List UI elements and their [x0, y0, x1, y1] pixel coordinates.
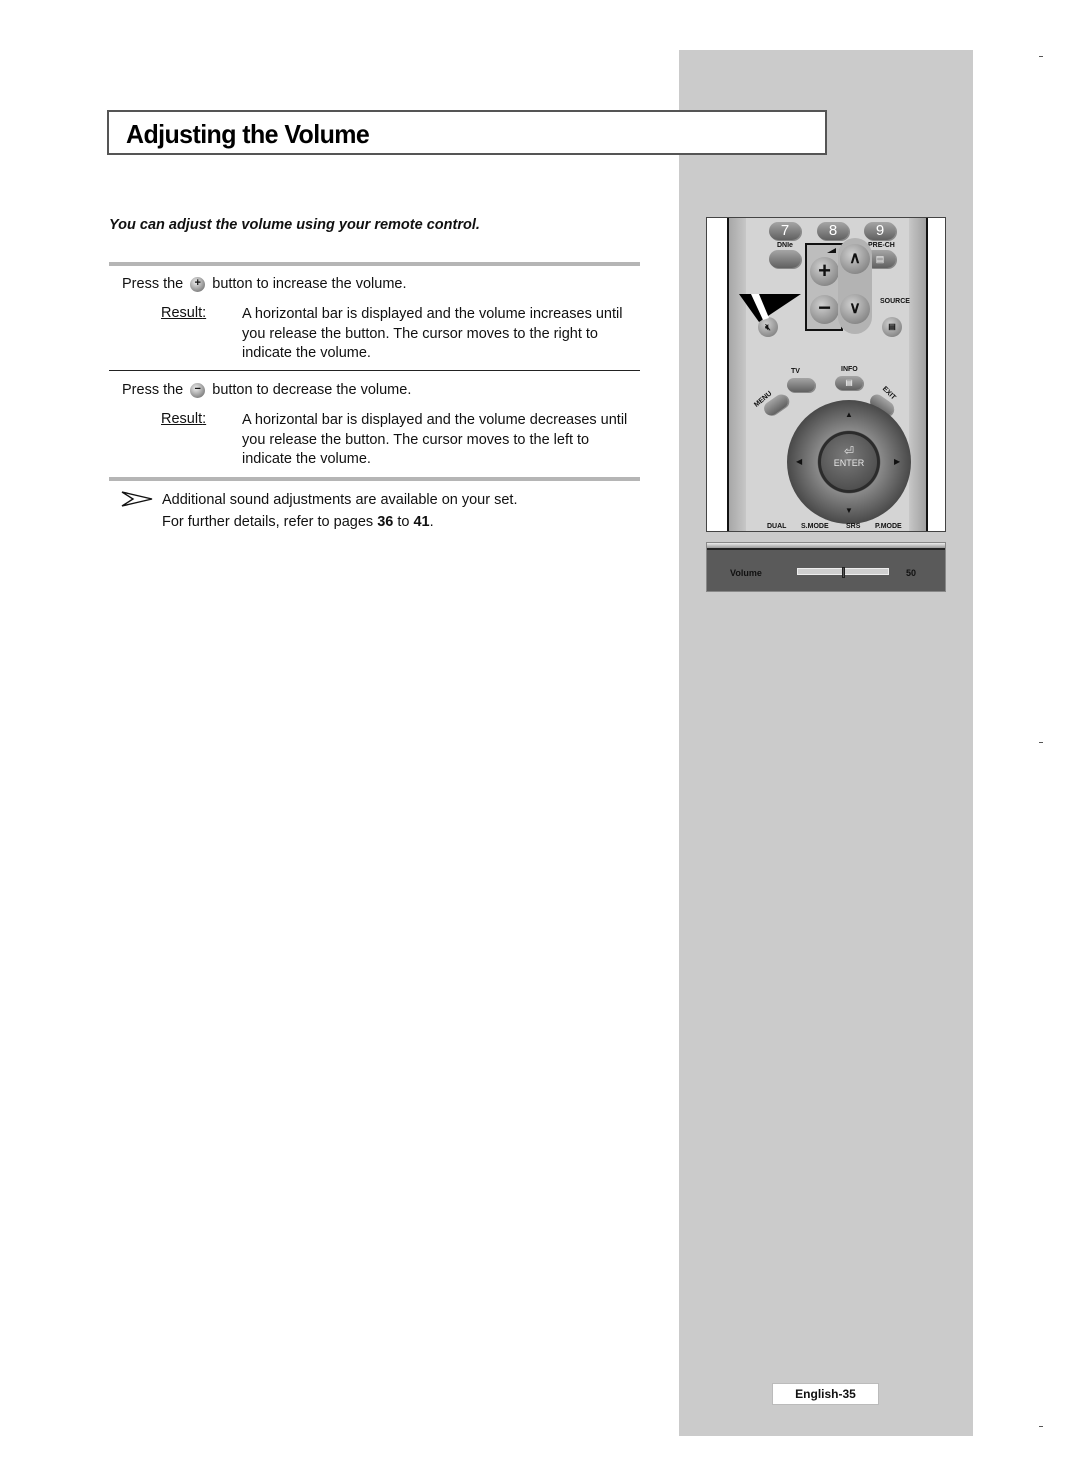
result-label-text: Result — [161, 305, 203, 321]
note-text-part: For further details, refer to pages — [162, 514, 378, 530]
volume-osd: Volume 50 — [706, 542, 946, 592]
note-text-part: . — [429, 514, 434, 530]
press-prefix: Press the — [122, 276, 184, 292]
label-dual: DUAL — [767, 523, 787, 530]
ch-up-key: ∧ — [840, 244, 870, 274]
page-ref-from: 36 — [377, 514, 394, 530]
plus-button-icon: + — [190, 276, 206, 292]
label-prech: PRE-CH — [868, 242, 895, 249]
label-pmode: P.MODE — [875, 523, 902, 530]
enter-icon: ⏎ — [843, 444, 855, 458]
section-divider — [109, 477, 640, 481]
result-label: Result: — [161, 305, 206, 321]
right-arrow-icon: ▶ — [894, 457, 901, 466]
minus-glyph: − — [194, 382, 201, 395]
volume-triangle-icon — [827, 248, 836, 253]
result-label: Result: — [161, 411, 206, 427]
result-label-text: Result — [161, 411, 203, 427]
ch-down-key: ∨ — [840, 294, 870, 324]
remote-control-illustration: 7 8 9 DNIe PRE-CH 0 ▤ + − P ∧ ∨ SOURCE ▤… — [706, 217, 946, 532]
crop-mark — [1039, 742, 1043, 743]
volume-bar — [797, 567, 889, 578]
label-smode: S.MODE — [801, 523, 829, 530]
key-dnie — [769, 250, 801, 268]
info-key: ▤ — [835, 376, 863, 390]
label-dnie: DNIe — [777, 242, 793, 249]
page-ref-to: 41 — [413, 514, 430, 530]
result-colon: : — [202, 411, 207, 427]
enter-key: ⏎ ENTER — [821, 434, 877, 490]
page-subtitle: You can adjust the volume using your rem… — [109, 217, 480, 233]
label-tv: TV — [791, 368, 800, 375]
down-arrow-icon: ▼ — [845, 506, 853, 515]
enter-label: ENTER — [833, 458, 865, 468]
key-9: 9 — [864, 222, 896, 240]
note-line-2: For further details, refer to pages 36 t… — [162, 511, 517, 533]
step-divider — [109, 370, 640, 371]
pointer-arrow-icon — [121, 491, 153, 507]
remote-stripe — [909, 218, 926, 531]
key-7: 7 — [769, 222, 801, 240]
label-info: INFO — [841, 366, 858, 373]
volume-cursor — [841, 567, 845, 578]
crop-mark — [1039, 56, 1043, 57]
source-key: ▤ — [882, 317, 902, 337]
press-prefix: Press the — [122, 382, 184, 398]
navigation-pad: ▲ ▼ ◀ ▶ ⏎ ENTER — [787, 400, 911, 524]
step-increase-instruction: Press the + button to increase the volum… — [122, 276, 407, 292]
plus-glyph: + — [194, 276, 201, 289]
tv-key — [787, 378, 815, 392]
vol-minus-key: − — [810, 295, 839, 324]
press-suffix: button to decrease the volume. — [212, 382, 412, 398]
up-arrow-icon: ▲ — [845, 410, 853, 419]
note-text: Additional sound adjustments are availab… — [162, 489, 517, 533]
pointer-wedge-icon — [739, 294, 801, 322]
title-box: Adjusting the Volume — [107, 110, 827, 155]
page-title: Adjusting the Volume — [126, 119, 370, 149]
note-text-part: to — [393, 514, 414, 530]
label-source: SOURCE — [880, 298, 910, 305]
crop-mark — [1039, 1426, 1043, 1427]
press-suffix: button to increase the volume. — [212, 276, 407, 292]
volume-value: 50 — [906, 568, 917, 578]
volume-label: Volume — [730, 568, 762, 578]
channel-rocker: ∧ ∨ — [838, 238, 872, 334]
result-colon: : — [202, 305, 207, 321]
label-srs: SRS — [846, 523, 861, 530]
key-8: 8 — [817, 222, 849, 240]
osd-top-bevel — [707, 543, 945, 550]
note-line-1: Additional sound adjustments are availab… — [162, 492, 518, 508]
remote-body: 7 8 9 DNIe PRE-CH 0 ▤ + − P ∧ ∨ SOURCE ▤… — [727, 218, 928, 531]
section-divider — [109, 262, 640, 266]
minus-button-icon: − — [190, 382, 206, 398]
page-number: English-35 — [772, 1383, 879, 1405]
left-arrow-icon: ◀ — [796, 457, 803, 466]
result-text-increase: A horizontal bar is displayed and the vo… — [242, 306, 623, 361]
vol-plus-key: + — [810, 257, 839, 286]
result-text-decrease: A horizontal bar is displayed and the vo… — [242, 412, 628, 467]
remote-stripe — [729, 218, 746, 531]
step-decrease-instruction: Press the − button to decrease the volum… — [122, 382, 411, 398]
